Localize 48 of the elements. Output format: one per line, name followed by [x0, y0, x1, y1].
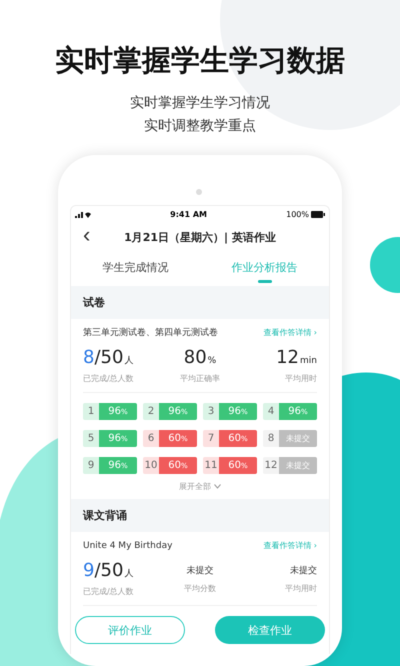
stat-label: 平均用时 [285, 373, 317, 384]
section-title: 课文背诵 [83, 508, 127, 523]
tab[interactable]: 学生完成情况 [71, 252, 200, 286]
headline: 实时掌握学生学习数据 [55, 42, 345, 78]
expand-button[interactable]: 展开全部 [173, 480, 227, 493]
question-number[interactable]: 4 [263, 403, 279, 420]
battery-icon [311, 210, 325, 218]
details-link[interactable]: 查看作答详情 › [263, 327, 317, 338]
camera-icon [196, 189, 202, 195]
question-number[interactable]: 2 [143, 403, 159, 420]
subtitle: 实时掌握学生学习情况 [130, 94, 270, 113]
stat-value: 9/50 人 [83, 559, 134, 583]
stat-value: 12 min [276, 346, 317, 370]
assignment-title: 第三单元测试卷、第四单元测试卷 [83, 326, 218, 339]
question-number[interactable]: 12 [263, 457, 279, 474]
stat-value: 未提交 [290, 564, 317, 578]
action-button[interactable]: 检查作业 [215, 616, 325, 644]
tab[interactable]: 作业分析报告 [200, 252, 329, 286]
section-title: 试卷 [83, 295, 105, 310]
assignment-title: Unite 4 My Birthday [83, 540, 172, 550]
stat-label: 已完成/总人数 [83, 586, 134, 597]
question-number[interactable]: 8 [263, 430, 279, 447]
question-number[interactable]: 7 [203, 430, 219, 447]
back-button[interactable]: ‹ [79, 224, 94, 246]
question-number[interactable]: 9 [83, 457, 99, 474]
stat-value: 8/50 人 [83, 346, 134, 370]
stat-label: 已完成/总人数 [83, 373, 134, 384]
status-time: 9:41 AM [169, 210, 208, 218]
question-score[interactable]: 未提交 [279, 457, 317, 474]
question-number[interactable]: 11 [203, 457, 219, 474]
question-score[interactable]: 未提交 [279, 430, 317, 447]
action-button[interactable]: 评价作业 [75, 616, 185, 644]
question-number[interactable]: 5 [83, 430, 99, 447]
battery-level: 100% [286, 210, 309, 218]
stat-label: 平均分数 [184, 583, 216, 594]
stat-label: 平均正确率 [180, 373, 220, 384]
question-number[interactable]: 10 [143, 457, 159, 474]
chevron-down-icon [214, 484, 221, 489]
stat-label: 平均用时 [285, 583, 317, 594]
subtitle: 实时调整教学重点 [144, 117, 256, 136]
question-number[interactable]: 6 [143, 430, 159, 447]
question-number[interactable]: 3 [203, 403, 219, 420]
signal-icon [75, 210, 91, 218]
page-title: 1月21日（星期六）| 英语作业 [124, 230, 276, 244]
stat-value: 未提交 [186, 564, 214, 578]
stat-value: 80% [184, 346, 216, 370]
details-link[interactable]: 查看作答详情 › [263, 540, 317, 551]
question-number[interactable]: 1 [83, 403, 99, 420]
